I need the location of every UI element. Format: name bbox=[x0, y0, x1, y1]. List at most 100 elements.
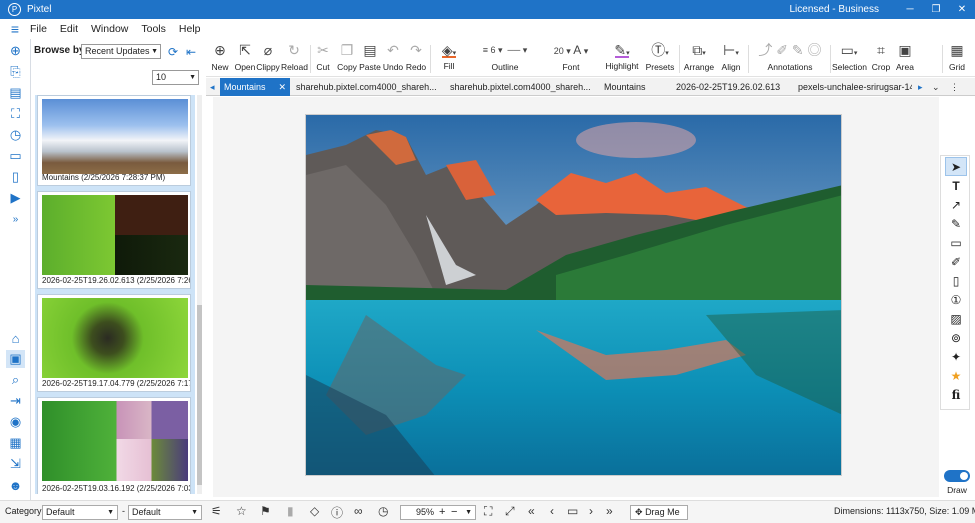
area-button[interactable]: ▣ Area bbox=[894, 42, 916, 72]
redo-button[interactable]: ↷ Redo bbox=[405, 42, 427, 72]
contacts-icon[interactable]: ▦ bbox=[6, 434, 25, 452]
account-icon[interactable]: ☻ bbox=[6, 476, 25, 494]
timer-icon[interactable]: ◷ bbox=[6, 126, 25, 144]
subcategory-select[interactable]: Default ▼ bbox=[128, 505, 202, 520]
search-icon[interactable]: ⌕ bbox=[6, 371, 25, 389]
tab-sharehub-1[interactable]: sharehub.pixtel.com4000_shareh... bbox=[292, 78, 444, 96]
mountain-lake-image[interactable] bbox=[305, 114, 842, 476]
history-icon[interactable]: ◷ bbox=[378, 504, 388, 518]
link-icon[interactable]: ∞ bbox=[354, 504, 363, 518]
sparkle-tool-icon[interactable]: ✦ bbox=[946, 348, 966, 365]
thumbnail-list[interactable]: Mountains (2/25/2026 7:28:37 PM) 2026-02… bbox=[35, 95, 195, 494]
import-icon[interactable]: ⇲ bbox=[6, 455, 25, 473]
cut-button[interactable]: ✂ Cut bbox=[314, 42, 332, 72]
category-select[interactable]: Default ▼ bbox=[42, 505, 118, 520]
tab-pexels[interactable]: pexels-unchalee-srirugsar-141 bbox=[794, 78, 912, 96]
menu-window[interactable]: Window bbox=[91, 23, 128, 35]
paste-button[interactable]: ▤ Paste bbox=[359, 42, 381, 72]
broadcast-icon[interactable]: ◉ bbox=[6, 413, 25, 431]
region-capture-icon[interactable]: ⛶ bbox=[6, 105, 25, 123]
text-tool-icon[interactable]: T bbox=[946, 177, 966, 194]
refresh-icon[interactable]: ⟳ bbox=[168, 45, 178, 59]
crop-button[interactable]: ⌗ Crop bbox=[870, 42, 892, 72]
magnifier-tool-icon[interactable]: ⊚ bbox=[946, 329, 966, 346]
star-stamp-icon[interactable]: ★ bbox=[946, 367, 966, 384]
close-tab-icon[interactable]: ✕ bbox=[278, 78, 286, 96]
flag-icon[interactable]: ⚑ bbox=[260, 504, 271, 518]
list-item[interactable]: 2026-02-25T19.03.16.192 (2/25/2026 7:03:… bbox=[37, 397, 191, 494]
list-item[interactable]: 2026-02-25T19.17.04.779 (2/25/2026 7:17:… bbox=[37, 294, 191, 392]
open-button[interactable]: ⇱ Open bbox=[233, 42, 257, 72]
align-button[interactable]: ⊢▾ Align bbox=[716, 42, 746, 72]
outline-group[interactable]: ≡ 6 ▾ ── ▾ Outline bbox=[470, 42, 540, 72]
document-icon[interactable]: ▤ bbox=[6, 84, 25, 102]
zoom-in-icon[interactable]: + bbox=[439, 506, 445, 519]
scroll-capture-icon[interactable]: ▯ bbox=[6, 168, 25, 186]
undo-button[interactable]: ↶ Undo bbox=[382, 42, 404, 72]
list-item[interactable]: 2026-02-25T19.26.02.613 (2/25/2026 7:26:… bbox=[37, 191, 191, 289]
tag-icon[interactable]: ◇ bbox=[310, 504, 319, 518]
draw-switch[interactable] bbox=[944, 470, 970, 482]
browse-mode-select[interactable]: Recent Updates ▼ bbox=[81, 44, 161, 59]
item-window-icon[interactable]: ▭ bbox=[567, 504, 578, 518]
fit-to-window-icon[interactable]: ⛶ bbox=[484, 504, 492, 519]
menu-tools[interactable]: Tools bbox=[141, 23, 166, 35]
list-item[interactable]: Mountains (2/25/2026 7:28:37 PM) bbox=[37, 95, 191, 186]
window-capture-icon[interactable]: ▭ bbox=[6, 147, 25, 165]
zoom-control[interactable]: 95% + − ▼ bbox=[400, 505, 476, 520]
count-select[interactable]: 10 ▼ bbox=[152, 70, 199, 85]
tab-mountains-2[interactable]: Mountains bbox=[600, 78, 670, 96]
arrange-button[interactable]: ⧉▾ Arrange bbox=[682, 42, 716, 72]
previous-item-icon[interactable]: ‹ bbox=[550, 504, 554, 518]
tab-capture-19-26[interactable]: 2026-02-25T19.26.02.613 bbox=[672, 78, 792, 96]
selection-button[interactable]: ▭▾ Selection bbox=[832, 42, 867, 72]
draw-toggle[interactable]: Draw bbox=[943, 470, 971, 495]
collapse-panel-icon[interactable]: ⇤ bbox=[186, 45, 196, 59]
last-item-icon[interactable]: » bbox=[606, 504, 613, 518]
annotations-button[interactable]: ⤴ ✐ ✎ ◎ Annotations bbox=[752, 42, 828, 72]
new-button[interactable]: ⊕ New bbox=[209, 42, 231, 72]
close-window-button[interactable]: ✕ bbox=[949, 4, 975, 15]
home-icon[interactable]: ⌂ bbox=[6, 329, 25, 347]
step-number-tool-icon[interactable]: ① bbox=[946, 291, 966, 308]
maximize-button[interactable]: ❐ bbox=[923, 4, 949, 15]
clipboard-capture-icon[interactable]: ⎘ bbox=[6, 63, 25, 81]
highlighter-tool-icon[interactable]: ✐ bbox=[946, 253, 966, 270]
tabs-overflow-chevron-icon[interactable]: ⌄ bbox=[928, 78, 944, 96]
next-item-icon[interactable]: › bbox=[589, 504, 593, 518]
highlight-button[interactable]: ✎▾ Highlight bbox=[604, 42, 640, 71]
pointer-tool-icon[interactable]: ➤ bbox=[945, 157, 967, 176]
rectangle-tool-icon[interactable]: ▭ bbox=[946, 234, 966, 251]
expand-rail-icon[interactable]: » bbox=[6, 210, 25, 228]
fill-button[interactable]: ◈▾ Fill bbox=[434, 42, 464, 71]
font-group[interactable]: 20 ▾ A ▾ Font bbox=[542, 42, 600, 72]
hamburger-menu-icon[interactable]: ≡ bbox=[0, 21, 30, 37]
scrollbar-thumb[interactable] bbox=[197, 305, 202, 485]
minimize-button[interactable]: ─ bbox=[897, 4, 923, 15]
actual-size-icon[interactable]: ⤢ bbox=[505, 504, 515, 519]
note-tool-icon[interactable]: ▯ bbox=[946, 272, 966, 289]
menu-help[interactable]: Help bbox=[179, 23, 201, 35]
tab-sharehub-2[interactable]: sharehub.pixtel.com4000_shareh... bbox=[446, 78, 598, 96]
zoom-out-icon[interactable]: − bbox=[451, 506, 457, 519]
menu-file[interactable]: File bbox=[30, 23, 47, 35]
share-icon[interactable]: ⇥ bbox=[6, 392, 25, 410]
properties-icon[interactable]: ⚟ bbox=[211, 504, 222, 518]
pen-tool-icon[interactable]: ✎ bbox=[946, 215, 966, 232]
drag-me-button[interactable]: ✥ Drag Me bbox=[630, 505, 688, 520]
thumbnail-scrollbar[interactable] bbox=[197, 95, 202, 494]
capture-icon[interactable]: ⊕ bbox=[6, 42, 25, 60]
video-capture-icon[interactable]: ▶ bbox=[6, 189, 25, 207]
image-tool-icon[interactable]: ▨ bbox=[946, 310, 966, 327]
tab-mountains[interactable]: Mountains ✕ bbox=[220, 78, 290, 96]
arrow-tool-icon[interactable]: ↗ bbox=[946, 196, 966, 213]
presets-button[interactable]: Ⓣ▾ Presets bbox=[643, 42, 677, 72]
star-icon[interactable]: ☆ bbox=[236, 504, 247, 518]
tabs-scroll-left-icon[interactable]: ◂ bbox=[206, 78, 218, 96]
first-item-icon[interactable]: « bbox=[528, 504, 535, 518]
library-icon[interactable]: ▣ bbox=[6, 350, 25, 368]
clippy-button[interactable]: ⌀ Clippy bbox=[256, 42, 280, 72]
font-tool-icon[interactable]: fi bbox=[946, 386, 966, 403]
reload-button[interactable]: ↻ Reload bbox=[281, 42, 308, 72]
info-icon[interactable]: ⓘ bbox=[331, 504, 343, 521]
